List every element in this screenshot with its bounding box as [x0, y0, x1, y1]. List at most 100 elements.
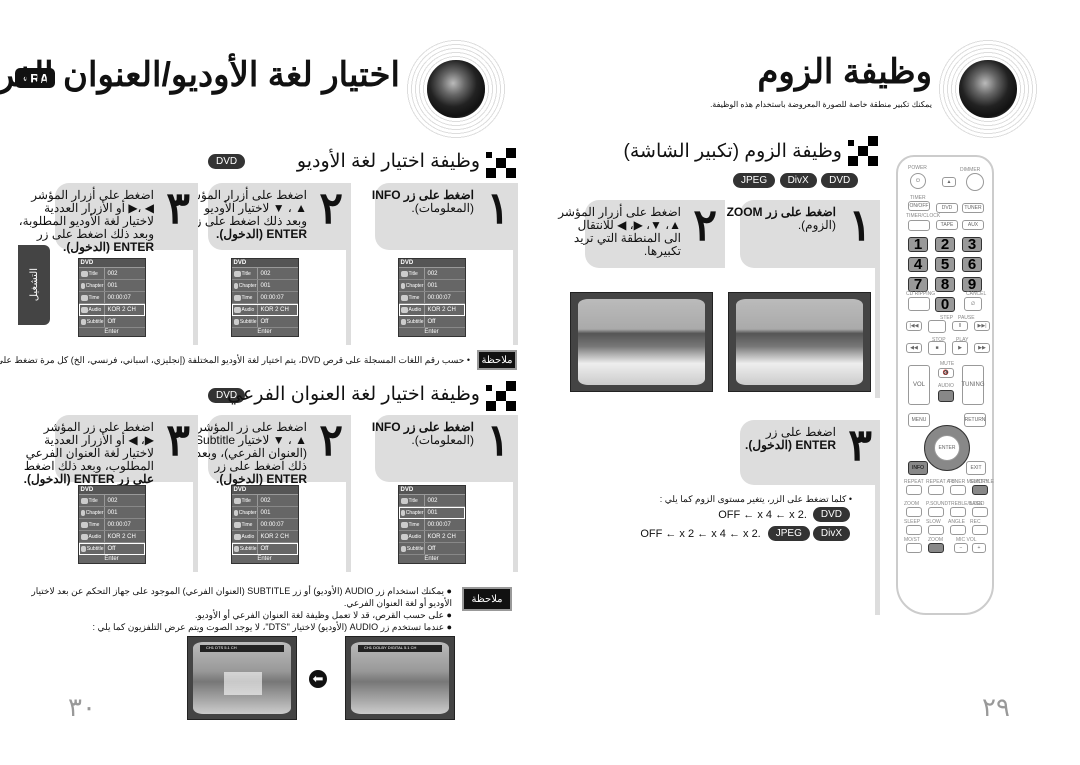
- tuner-button[interactable]: TUNER: [962, 203, 984, 213]
- remote-button-rec[interactable]: [972, 525, 988, 535]
- step-2: ٢ اضغط على زر المؤشر ▲ ، ▼ لاختيار Subtitl…: [195, 415, 351, 486]
- cd-ripping-button[interactable]: [908, 297, 930, 311]
- play-button[interactable]: ▶: [952, 341, 968, 355]
- cancel-button[interactable]: ∅: [964, 297, 982, 311]
- eject-button[interactable]: ▲: [942, 177, 956, 187]
- osd-row-audio: Audio KOR 2 CH: [231, 304, 298, 316]
- power-button[interactable]: ⏻: [910, 173, 926, 189]
- remote-button-repeat-a-b[interactable]: [928, 485, 944, 495]
- osd-row-label: Audio: [399, 304, 425, 315]
- osd-row-value: Off: [427, 318, 436, 325]
- osd-row-value: Off: [260, 545, 269, 552]
- remote-button-treble-bass[interactable]: [950, 507, 966, 517]
- remote-button-subtitle[interactable]: [972, 485, 988, 495]
- osd-row-icon: [80, 318, 86, 325]
- timer-onoff-button[interactable]: ON/OFF: [908, 201, 930, 211]
- disc-badge-jpeg: JPEG: [733, 173, 776, 188]
- number-button-5[interactable]: 5: [935, 256, 955, 273]
- step-text: اضغط على أزرار المؤشر ◀ ،▶ أو الأزرار الع…: [19, 189, 154, 254]
- osd-label-text: Subtitle: [239, 545, 257, 552]
- fast-forward-button[interactable]: ▶▶: [974, 343, 990, 353]
- osd-row-value: 001: [260, 509, 271, 516]
- osd-label-text: Time: [241, 521, 253, 528]
- exit-button[interactable]: EXIT: [966, 461, 986, 475]
- page-number-right: ٢٩: [982, 692, 1010, 722]
- osd-row-time: Time 00:00:07: [398, 519, 465, 531]
- osd-row-value: 00:00:07: [260, 294, 284, 301]
- mo-st-button[interactable]: [906, 543, 922, 553]
- osd-label-text: Subtitle: [406, 545, 424, 552]
- pause-button[interactable]: II: [952, 321, 968, 331]
- number-button-3[interactable]: 3: [962, 236, 982, 253]
- tv-screen-after: CH1 DTS 5.1 CH: [187, 636, 297, 720]
- osd-header: DVD: [78, 486, 145, 495]
- osd-row-subtitle: Subtitle Off: [398, 316, 465, 328]
- osd-row-label: Title: [399, 495, 425, 506]
- skip-back-button[interactable]: |◀◀: [906, 321, 922, 331]
- tape-button[interactable]: TAPE: [936, 220, 958, 230]
- osd-label-text: Title: [241, 270, 251, 277]
- dimmer-button[interactable]: [966, 173, 984, 191]
- menu-button[interactable]: MENU: [908, 413, 930, 427]
- dvd-button[interactable]: DVD: [936, 203, 958, 213]
- remote-button-slow[interactable]: [928, 525, 944, 535]
- osd-row-value: Off: [427, 545, 436, 552]
- osd-row-value: 002: [427, 270, 438, 277]
- disc-badge-divx: DivX: [812, 526, 850, 541]
- rewind-button[interactable]: ◀◀: [906, 343, 922, 353]
- osd-row-label: Chapter: [399, 280, 425, 291]
- osd-label-text: Chapter: [405, 282, 424, 289]
- return-button[interactable]: RETURN: [964, 413, 986, 427]
- osd-row-chapter: Chapter 001: [398, 280, 465, 292]
- zoom-button[interactable]: [928, 543, 944, 553]
- osd-label-text: Subtitle: [406, 318, 424, 325]
- number-button-8[interactable]: 8: [935, 276, 955, 293]
- remote-button-sleep[interactable]: [906, 525, 922, 535]
- skip-forward-button[interactable]: ▶▶|: [974, 321, 990, 331]
- osd-row-value: Off: [260, 318, 269, 325]
- note-label: ملاحظة: [477, 350, 517, 370]
- number-button-6[interactable]: 6: [962, 256, 982, 273]
- number-button-4[interactable]: 4: [908, 256, 928, 273]
- osd-menu: DVD Title 002 Chapter 001 Time 00:00:07 Audio KO…: [397, 258, 466, 337]
- mic-vol-down-button[interactable]: −: [954, 543, 968, 553]
- page-title-left: اختيار لغة الأوديو/العنوان الفرعي: [0, 56, 400, 94]
- number-button-2[interactable]: 2: [935, 236, 955, 253]
- volume-button[interactable]: VOL: [908, 365, 930, 405]
- osd-row-chapter: Chapter 001: [231, 507, 298, 519]
- remote-button-logo[interactable]: [972, 507, 988, 517]
- tuning-button[interactable]: TUNING: [962, 365, 985, 405]
- number-button-9[interactable]: 9: [962, 276, 982, 293]
- speaker-graphic: [937, 38, 1039, 140]
- step-button[interactable]: [928, 320, 946, 333]
- number-button-0[interactable]: 0: [935, 296, 955, 313]
- osd-row-value: KOR 2 CH: [107, 306, 136, 313]
- remote-button-zoom[interactable]: [906, 507, 922, 517]
- remote-button-angle[interactable]: [950, 525, 966, 535]
- remote-button-tuner-memory[interactable]: [950, 485, 966, 495]
- info-button[interactable]: INFO: [908, 461, 928, 475]
- number-button-1[interactable]: 1: [908, 236, 928, 253]
- section-title: وظيفة اختيار لغة العنوان الفرعي: [227, 384, 480, 405]
- checker-icon: [848, 136, 878, 166]
- remote-button-repeat[interactable]: [906, 485, 922, 495]
- enter-button[interactable]: ENTER: [934, 435, 960, 461]
- mute-button[interactable]: 🔇: [938, 368, 954, 378]
- osd-label-text: Time: [408, 521, 420, 528]
- divider: [513, 250, 518, 345]
- osd-row-title: Title 002: [231, 268, 298, 280]
- osd-row-audio: Audio KOR 2 CH: [398, 304, 465, 316]
- osd-label-text: Chapter: [238, 509, 257, 516]
- remote-button-p-sound[interactable]: [928, 507, 944, 517]
- aux-button[interactable]: AUX: [962, 220, 984, 230]
- step-number: ١: [486, 416, 510, 465]
- audio-button[interactable]: [938, 390, 954, 402]
- step-2: ٢ اضغط على أزرار المؤشر ▲ ، ▼ لاختيار الأو…: [184, 183, 351, 250]
- step-text: اضغط على زر المؤشر ▲ ، ▼ لاختيار Subtitle…: [195, 421, 307, 486]
- arrow-left-icon: ⬅: [309, 670, 327, 688]
- osd-row-value: 00:00:07: [427, 294, 451, 301]
- stop-button[interactable]: ■: [928, 341, 946, 355]
- number-button-7[interactable]: 7: [908, 276, 928, 293]
- timer-clock-button[interactable]: [908, 220, 930, 231]
- mic-vol-up-button[interactable]: +: [972, 543, 986, 553]
